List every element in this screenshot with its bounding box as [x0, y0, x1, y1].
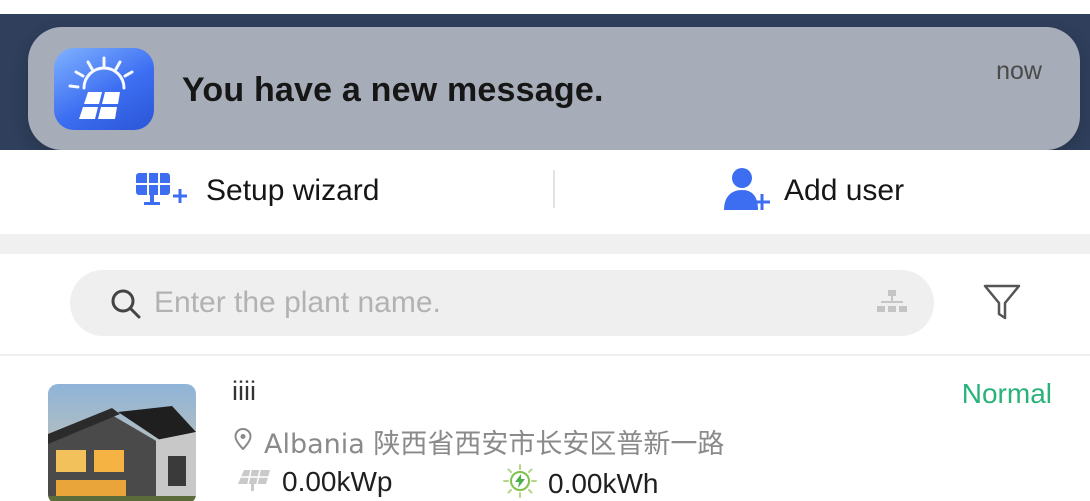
notification-message: You have a new message. — [182, 71, 604, 109]
add-user-button[interactable]: Add user — [722, 166, 905, 217]
energy-yield-icon — [500, 464, 540, 501]
add-user-label: Add user — [784, 174, 905, 207]
plant-thumbnail — [48, 384, 196, 501]
search-box — [70, 270, 934, 336]
status-bar-area — [0, 0, 1090, 14]
filter-icon[interactable] — [982, 282, 1022, 327]
setup-wizard-icon — [132, 169, 196, 214]
search-icon — [110, 288, 142, 325]
setup-wizard-label: Setup wizard — [206, 174, 380, 207]
add-user-icon — [722, 166, 774, 217]
plant-location: Albania 陕西省西安市长安区普新一路 — [234, 422, 724, 461]
plant-capacity: 0.00kWp — [234, 464, 393, 499]
notification-time: now — [996, 57, 1042, 85]
quick-actions-bar: Setup wizard Add user — [0, 150, 1090, 234]
search-row — [0, 254, 1090, 354]
setup-wizard-button[interactable]: Setup wizard — [132, 168, 379, 214]
notification-banner[interactable]: You have a new message. now — [28, 27, 1080, 150]
plant-list-item[interactable]: iiii Normal Albania 陕西省西安市长安区普新一路 0.00kW… — [0, 356, 1090, 501]
solar-capacity-icon — [234, 464, 274, 499]
plant-name: iiii — [232, 376, 256, 406]
solar-panel-sun-icon — [54, 48, 154, 130]
plant-status-badge: Normal — [961, 378, 1052, 409]
location-pin-icon — [234, 427, 252, 455]
actions-divider — [553, 170, 555, 208]
plant-energy-value: 0.00kWh — [548, 467, 659, 499]
org-structure-icon[interactable] — [876, 288, 908, 323]
plant-energy: 0.00kWh — [500, 464, 659, 501]
plant-capacity-value: 0.00kWp — [282, 465, 393, 497]
plant-location-text: Albania 陕西省西安市长安区普新一路 — [264, 429, 725, 460]
plant-search-input[interactable] — [154, 282, 854, 324]
section-gap — [0, 234, 1090, 254]
